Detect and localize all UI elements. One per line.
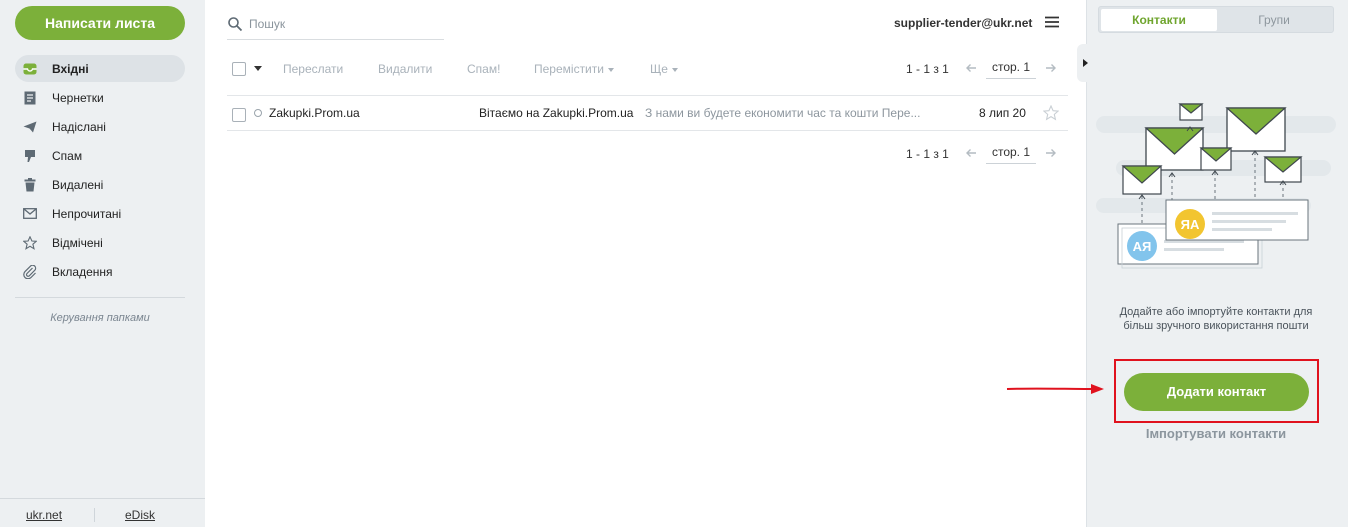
envelope-icon bbox=[1178, 103, 1204, 121]
search-box bbox=[227, 8, 444, 40]
unread-dot-icon[interactable] bbox=[254, 109, 262, 117]
page-range: 1 - 1 з 1 bbox=[906, 62, 949, 76]
annotation-arrow bbox=[1006, 384, 1104, 394]
manage-folders-link[interactable]: Керування папками bbox=[0, 312, 200, 324]
message-subject: Вітаємо на Zakupki.Prom.ua bbox=[479, 106, 634, 120]
hamburger-menu-icon[interactable] bbox=[1045, 16, 1059, 28]
divider bbox=[94, 508, 95, 522]
sidebar-item-label: Вхідні bbox=[52, 61, 89, 76]
move-label: Перемістити bbox=[534, 62, 604, 76]
envelope-icon bbox=[1144, 127, 1205, 171]
page-range: 1 - 1 з 1 bbox=[906, 147, 949, 161]
import-contacts-link[interactable]: Імпортувати контакти bbox=[1096, 426, 1336, 441]
sidebar-item-trash[interactable]: Видалені bbox=[15, 171, 185, 198]
envelope-icon bbox=[1225, 107, 1287, 152]
search-icon bbox=[228, 16, 243, 31]
sidebar-item-sent[interactable]: Надіслані bbox=[15, 113, 185, 140]
pagination: 1 - 1 з 1 стор. 1 bbox=[906, 143, 1067, 165]
add-contact-button[interactable]: Додати контакт bbox=[1124, 373, 1309, 411]
delete-button[interactable]: Видалити bbox=[378, 62, 432, 76]
spam-icon bbox=[23, 149, 37, 163]
sidebar-item-label: Чернетки bbox=[52, 90, 104, 105]
inbox-icon bbox=[23, 62, 37, 76]
arrow-right-icon[interactable] bbox=[1045, 62, 1057, 74]
chevron-down-icon bbox=[671, 67, 678, 72]
arrow-right-icon[interactable] bbox=[1045, 147, 1057, 159]
page-selector[interactable]: стор. 1 bbox=[986, 143, 1036, 164]
arrow-left-icon[interactable] bbox=[965, 147, 977, 159]
search-input[interactable] bbox=[249, 16, 429, 31]
empty-text-line: більш зручного використання пошти bbox=[1123, 320, 1309, 332]
attachment-icon bbox=[23, 264, 37, 279]
message-row[interactable]: Zakupki.Prom.ua Вітаємо на Zakupki.Prom.… bbox=[227, 96, 1068, 131]
sidebar-item-label: Надіслані bbox=[52, 119, 106, 134]
contacts-tabs: Контакти Групи bbox=[1098, 6, 1334, 33]
tab-contacts[interactable]: Контакти bbox=[1101, 9, 1217, 31]
drafts-icon bbox=[23, 91, 37, 105]
compose-button[interactable]: Написати листа bbox=[15, 6, 185, 40]
page-selector[interactable]: стор. 1 bbox=[986, 58, 1036, 79]
pagination-bottom: 1 - 1 з 1 стор. 1 bbox=[227, 143, 1067, 165]
trash-icon bbox=[23, 177, 37, 192]
select-all-checkbox[interactable] bbox=[232, 62, 246, 76]
envelope-icon bbox=[1263, 156, 1303, 183]
sidebar-item-attachments[interactable]: Вкладення bbox=[15, 258, 185, 285]
chevron-down-icon[interactable] bbox=[254, 66, 262, 71]
pagination: 1 - 1 з 1 стор. 1 bbox=[906, 58, 1067, 80]
divider bbox=[15, 297, 185, 298]
message-date: 8 лип 20 bbox=[979, 106, 1026, 120]
sidebar-item-label: Відмічені bbox=[52, 235, 103, 250]
message-toolbar: Переслати Видалити Спам! Перемістити Ще … bbox=[227, 58, 1067, 80]
message-checkbox[interactable] bbox=[232, 108, 246, 122]
empty-text-line: Додайте або імпортуйте контакти для bbox=[1119, 306, 1313, 318]
message-snippet: З нами ви будете економити час та кошти … bbox=[645, 106, 921, 120]
spam-button[interactable]: Спам! bbox=[467, 62, 500, 76]
sidebar-item-spam[interactable]: Спам bbox=[15, 142, 185, 169]
sent-icon bbox=[23, 120, 37, 134]
sidebar: Написати листа Вхідні Чернетки Надіслані… bbox=[0, 0, 205, 527]
sidebar-item-drafts[interactable]: Чернетки bbox=[15, 84, 185, 111]
card-initials: ЯА bbox=[1181, 217, 1200, 232]
sidebar-item-unread[interactable]: Непрочитані bbox=[15, 200, 185, 227]
ukrnet-link[interactable]: ukr.net bbox=[26, 508, 62, 522]
sidebar-item-starred[interactable]: Відмічені bbox=[15, 229, 185, 256]
move-button[interactable]: Перемістити bbox=[534, 62, 614, 76]
forward-button[interactable]: Переслати bbox=[283, 62, 343, 76]
more-button[interactable]: Ще bbox=[650, 62, 678, 76]
sidebar-item-inbox[interactable]: Вхідні bbox=[15, 55, 185, 82]
tab-groups[interactable]: Групи bbox=[1216, 9, 1332, 31]
arrow-left-icon[interactable] bbox=[965, 62, 977, 74]
empty-contacts-text: Додайте або імпортуйте контакти для біль… bbox=[1096, 305, 1336, 333]
chevron-right-icon bbox=[1083, 59, 1088, 67]
sidebar-footer: ukr.net eDisk bbox=[0, 498, 205, 527]
account-email[interactable]: supplier-tender@ukr.net bbox=[894, 16, 1032, 30]
star-icon bbox=[23, 235, 37, 250]
message-sender: Zakupki.Prom.ua bbox=[269, 106, 360, 120]
star-icon[interactable] bbox=[1043, 105, 1059, 121]
collapse-panel-button[interactable] bbox=[1077, 44, 1091, 82]
envelope-icon bbox=[1199, 147, 1233, 171]
folder-list: Вхідні Чернетки Надіслані Спам Видалені bbox=[15, 55, 185, 287]
sidebar-item-label: Видалені bbox=[52, 177, 104, 192]
card-initials: АЯ bbox=[1133, 239, 1152, 254]
unread-icon bbox=[23, 207, 37, 221]
contacts-illustration: АЯ ЯА bbox=[1096, 103, 1336, 269]
edisk-link[interactable]: eDisk bbox=[125, 508, 155, 522]
sidebar-item-label: Спам bbox=[52, 148, 83, 163]
sidebar-item-label: Вкладення bbox=[52, 264, 113, 279]
more-label: Ще bbox=[650, 62, 668, 76]
contact-card: ЯА bbox=[1165, 199, 1309, 241]
envelope-icon bbox=[1121, 165, 1163, 195]
sidebar-item-label: Непрочитані bbox=[52, 206, 122, 221]
chevron-down-icon bbox=[607, 67, 614, 72]
